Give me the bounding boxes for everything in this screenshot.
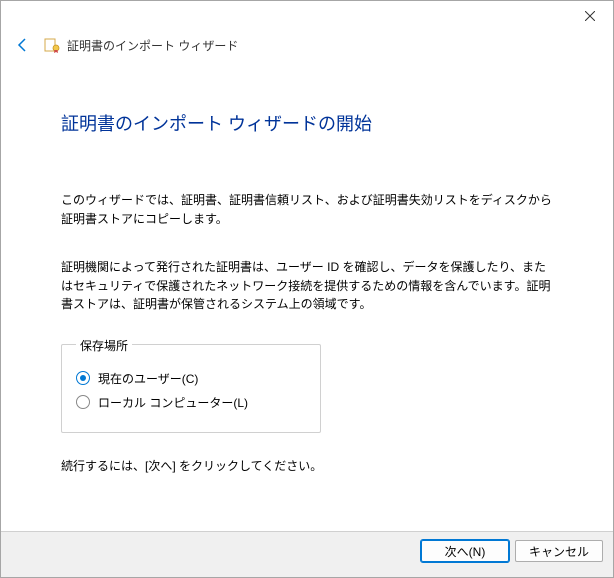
- back-button[interactable]: [13, 35, 33, 55]
- radio-icon: [76, 395, 90, 409]
- wizard-content: 証明書のインポート ウィザードの開始 このウィザードでは、証明書、証明書信頼リス…: [1, 65, 613, 531]
- store-location-fieldset: 保存場所 現在のユーザー(C) ローカル コンピューター(L): [61, 344, 321, 433]
- intro-paragraph-1: このウィザードでは、証明書、証明書信頼リスト、および証明書失効リストをディスクか…: [61, 191, 553, 228]
- titlebar: [1, 1, 613, 31]
- intro-paragraph-2: 証明機関によって発行された証明書は、ユーザー ID を確認し、データを保護したり…: [61, 258, 553, 314]
- window-title: 証明書のインポート ウィザード: [67, 37, 238, 54]
- radio-current-user-label: 現在のユーザー(C): [98, 370, 198, 387]
- cancel-button[interactable]: キャンセル: [515, 540, 603, 562]
- wizard-footer: 次へ(N) キャンセル: [1, 531, 613, 569]
- wizard-header: 証明書のインポート ウィザード: [1, 31, 613, 65]
- radio-local-machine-label: ローカル コンピューター(L): [98, 394, 248, 411]
- continue-instruction: 続行するには、[次へ] をクリックしてください。: [61, 457, 553, 474]
- wizard-heading: 証明書のインポート ウィザードの開始: [61, 110, 553, 136]
- radio-icon: [76, 371, 90, 385]
- certificate-icon: [43, 36, 61, 54]
- radio-local-machine[interactable]: ローカル コンピューター(L): [76, 394, 306, 411]
- radio-current-user[interactable]: 現在のユーザー(C): [76, 370, 306, 387]
- next-button[interactable]: 次へ(N): [421, 540, 509, 562]
- close-button[interactable]: [567, 1, 613, 31]
- fieldset-legend: 保存場所: [76, 337, 132, 354]
- back-arrow-icon: [15, 37, 31, 53]
- close-icon: [585, 11, 595, 21]
